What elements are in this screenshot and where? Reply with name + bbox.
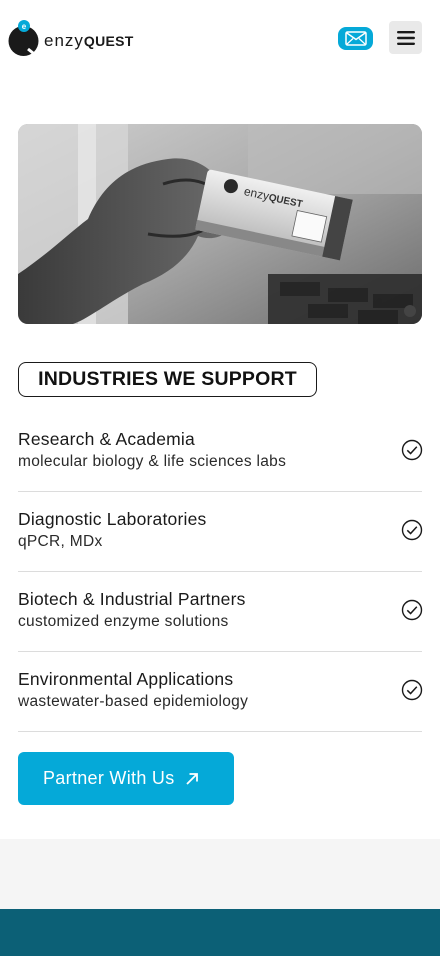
contact-mail-button[interactable] — [338, 27, 373, 50]
section-divider-band — [0, 839, 440, 909]
hamburger-menu-icon — [396, 30, 415, 45]
industry-item-biotech: Biotech & Industrial Partners customized… — [18, 572, 423, 652]
industry-item-research: Research & Academia molecular biology & … — [18, 412, 423, 492]
site-header: e enzyQUEST — [0, 0, 440, 76]
check-circle-icon — [401, 519, 423, 541]
logo-mark-icon: e — [8, 20, 39, 57]
enzyquest-logo[interactable]: e enzyQUEST — [8, 19, 134, 57]
check-circle-icon — [401, 439, 423, 461]
industry-label: Diagnostic Laboratories — [18, 509, 207, 529]
industry-item-environmental: Environmental Applications wastewater-ba… — [18, 652, 423, 732]
check-circle-icon — [401, 599, 423, 621]
check-circle-icon — [401, 679, 423, 701]
industry-label: Research & Academia — [18, 429, 195, 449]
industry-sub: molecular biology & life sciences labs — [18, 453, 287, 470]
menu-button[interactable] — [389, 21, 422, 54]
cta-label: Partner With Us — [43, 768, 175, 788]
arrow-up-right-icon — [185, 772, 198, 785]
industry-label: Biotech & Industrial Partners — [18, 589, 246, 609]
envelope-icon — [344, 31, 367, 46]
industries-title: INDUSTRIES WE SUPPORT — [18, 362, 317, 397]
partner-with-us-button[interactable]: Partner With Us — [18, 752, 234, 805]
svg-text:e: e — [22, 22, 27, 31]
logo-text-bold: QUEST — [83, 33, 134, 49]
industry-item-diagnostic: Diagnostic Laboratories qPCR, MDx — [18, 492, 423, 572]
logo-text-light: enzy — [44, 31, 84, 50]
industry-sub: qPCR, MDx — [18, 533, 103, 550]
hero-photo: enzyQUEST — [18, 124, 422, 324]
industry-label: Environmental Applications — [18, 669, 234, 689]
industry-sub: wastewater-based epidemiology — [18, 693, 249, 710]
hero-image: enzyQUEST — [18, 124, 422, 324]
footer-section — [0, 909, 440, 956]
industry-sub: customized enzyme solutions — [18, 613, 229, 630]
